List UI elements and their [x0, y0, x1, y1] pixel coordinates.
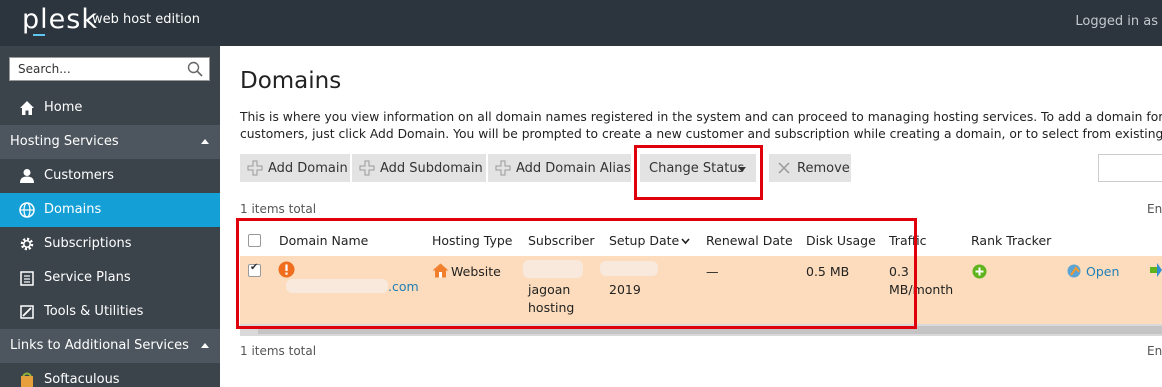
globe-icon — [19, 202, 35, 218]
close-icon — [778, 162, 790, 174]
add-domain-button[interactable]: Add Domain — [240, 154, 351, 182]
search-box — [9, 57, 210, 81]
description-line-1: This is where you view information on al… — [240, 110, 1162, 124]
collapse-caret-icon — [201, 343, 209, 348]
toolbar-search-field[interactable] — [1098, 154, 1162, 182]
sidebar-item-label: Softaculous — [44, 372, 120, 387]
sidebar-item-service-plans[interactable]: Service Plans — [0, 261, 220, 295]
sidebar-item-customers[interactable]: Customers — [0, 159, 220, 193]
sidebar-item-label: Home — [44, 100, 83, 115]
button-label: Add Subdomain — [380, 161, 483, 176]
plus-icon — [495, 160, 511, 176]
open-site-link[interactable]: Open — [1086, 264, 1119, 279]
page-description: This is where you view information on al… — [240, 109, 1162, 143]
sidebar-item-label: Domains — [44, 202, 102, 217]
page-title: Domains — [240, 68, 342, 94]
sidebar-item-subscriptions[interactable]: Subscriptions — [0, 227, 220, 261]
tools-icon — [20, 305, 34, 319]
annotation-box-change-status — [634, 145, 763, 200]
button-label: Remove — [797, 161, 850, 176]
description-line-2: customers, just click Add Domain. You wi… — [240, 127, 1162, 141]
plus-icon — [247, 160, 263, 176]
plus-icon — [359, 160, 375, 176]
sidebar-item-tools-utilities[interactable]: Tools & Utilities — [0, 295, 220, 329]
softaculous-icon — [21, 372, 33, 387]
clipboard-icon — [20, 271, 34, 286]
main-content: Domains This is where you view informati… — [220, 46, 1162, 387]
logged-in-label[interactable]: Logged in as — [1075, 14, 1158, 29]
button-label: Add Domain Alias — [516, 161, 631, 176]
sidebar-item-label: Subscriptions — [44, 236, 132, 251]
search-icon[interactable] — [187, 61, 203, 77]
column-rank-tracker[interactable]: Rank Tracker — [971, 233, 1051, 248]
gear-icon — [20, 237, 34, 251]
items-total-bottom: 1 items total — [240, 344, 317, 358]
sidebar-item-label: Service Plans — [44, 270, 131, 285]
button-label: Add Domain — [268, 161, 348, 176]
collapse-caret-icon — [201, 139, 209, 144]
search-input[interactable] — [10, 58, 175, 80]
logo-underline — [33, 34, 45, 36]
annotation-box-domain-row — [236, 218, 917, 329]
entries-per-page-bottom[interactable]: En — [1147, 344, 1162, 358]
user-icon — [20, 169, 34, 183]
sidebar-item-label: Customers — [44, 168, 114, 183]
section-label: Links to Additional Services — [10, 338, 189, 353]
sidebar: Home Hosting Services Customers Domains … — [0, 46, 220, 387]
section-label: Hosting Services — [10, 134, 119, 149]
entries-per-page-top[interactable]: En — [1147, 202, 1162, 216]
items-total-top: 1 items total — [240, 202, 317, 216]
top-bar: plesk web host edition Logged in as — [0, 0, 1162, 46]
add-rank-tracker-icon[interactable] — [972, 264, 987, 279]
sidebar-item-label: Tools & Utilities — [44, 304, 144, 319]
next-arrow-icon[interactable] — [1150, 263, 1162, 277]
remove-button[interactable]: Remove — [769, 154, 852, 182]
add-domain-alias-button[interactable]: Add Domain Alias — [488, 154, 632, 182]
home-icon — [20, 101, 34, 115]
sidebar-item-home[interactable]: Home — [0, 91, 220, 125]
add-subdomain-button[interactable]: Add Subdomain — [352, 154, 487, 182]
sidebar-item-domains[interactable]: Domains — [0, 193, 220, 227]
open-site-icon[interactable] — [1066, 263, 1083, 279]
edition-label: web host edition — [92, 12, 200, 27]
sidebar-section-hosting-services[interactable]: Hosting Services — [0, 125, 220, 159]
sidebar-section-links[interactable]: Links to Additional Services — [0, 329, 220, 363]
plesk-logo[interactable]: plesk — [22, 4, 98, 35]
sidebar-item-softaculous[interactable]: Softaculous — [0, 363, 220, 387]
